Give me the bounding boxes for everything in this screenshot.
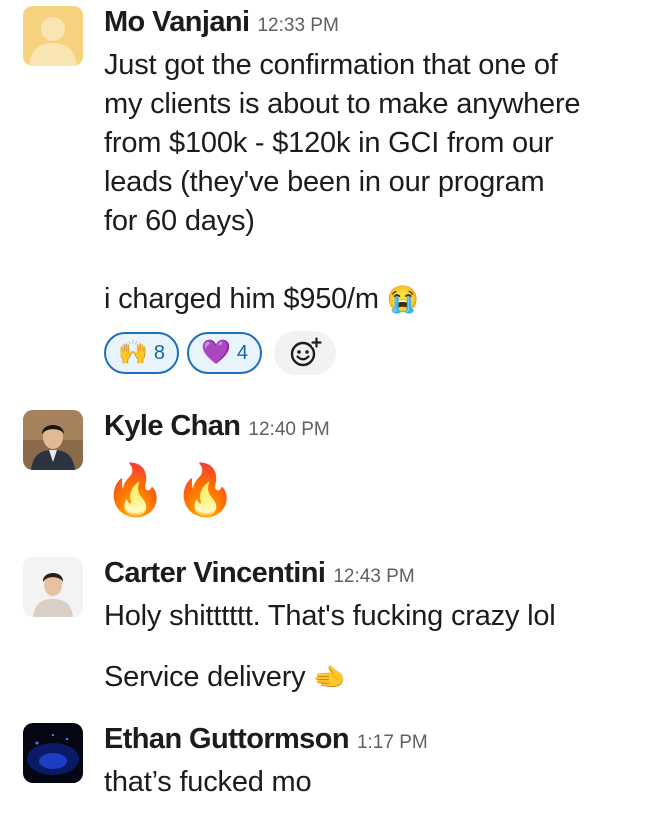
timestamp[interactable]: 12:33 PM xyxy=(257,15,338,37)
kyle-chan-photo xyxy=(23,410,83,470)
message-header: Kyle Chan 12:40 PM xyxy=(104,410,649,450)
message-text: Holy shitttttt. That's fucking crazy lol xyxy=(104,600,556,632)
reaction-raising-hands[interactable]: 🙌 8 xyxy=(104,332,180,374)
message-text: Just got the confirmation that one of my… xyxy=(104,46,649,319)
carter-vincentini-photo xyxy=(23,557,83,617)
reaction-count: 8 xyxy=(153,341,166,364)
timestamp[interactable]: 1:17 PM xyxy=(357,732,428,754)
message-text-content: Service delivery xyxy=(104,661,306,693)
message-text-2: Service delivery 🫲 xyxy=(104,658,649,697)
message-text-content: Just got the confirmation that one of my… xyxy=(104,49,581,315)
add-reaction-icon xyxy=(290,337,322,367)
default-avatar-icon xyxy=(23,6,83,66)
reaction-purple-heart[interactable]: 💜 4 xyxy=(187,332,263,374)
message-header: Ethan Guttormson 1:17 PM xyxy=(104,723,649,763)
avatar-mo-vanjani[interactable] xyxy=(23,6,83,66)
message-header: Mo Vanjani 12:33 PM xyxy=(104,6,649,46)
ethan-guttormson-photo xyxy=(23,723,83,783)
message-header: Carter Vincentini 12:43 PM xyxy=(104,557,649,597)
raising-hands-icon: 🙌 xyxy=(118,339,148,366)
purple-heart-icon: 💜 xyxy=(201,339,231,366)
sender-name[interactable]: Carter Vincentini xyxy=(104,557,326,590)
add-reaction-button[interactable] xyxy=(274,331,337,375)
fire-emoji-message: 🔥🔥 xyxy=(104,462,245,518)
reaction-count: 4 xyxy=(236,341,249,364)
reactions-bar: 🙌 8 💜 4 xyxy=(104,331,649,375)
sender-name[interactable]: Ethan Guttormson xyxy=(104,723,350,756)
sender-name[interactable]: Kyle Chan xyxy=(104,410,241,443)
timestamp[interactable]: 12:43 PM xyxy=(333,566,414,588)
pointing-hand-icon: 🫲 xyxy=(313,662,346,692)
avatar-carter-vincentini[interactable] xyxy=(23,557,83,617)
sender-name[interactable]: Mo Vanjani xyxy=(104,6,250,39)
timestamp[interactable]: 12:40 PM xyxy=(248,419,329,441)
message-text: that’s fucked mo xyxy=(104,766,312,798)
loudly-crying-face-icon: 😭 xyxy=(386,284,419,314)
avatar-ethan-guttormson[interactable] xyxy=(23,723,83,783)
avatar-kyle-chan[interactable] xyxy=(23,410,83,470)
